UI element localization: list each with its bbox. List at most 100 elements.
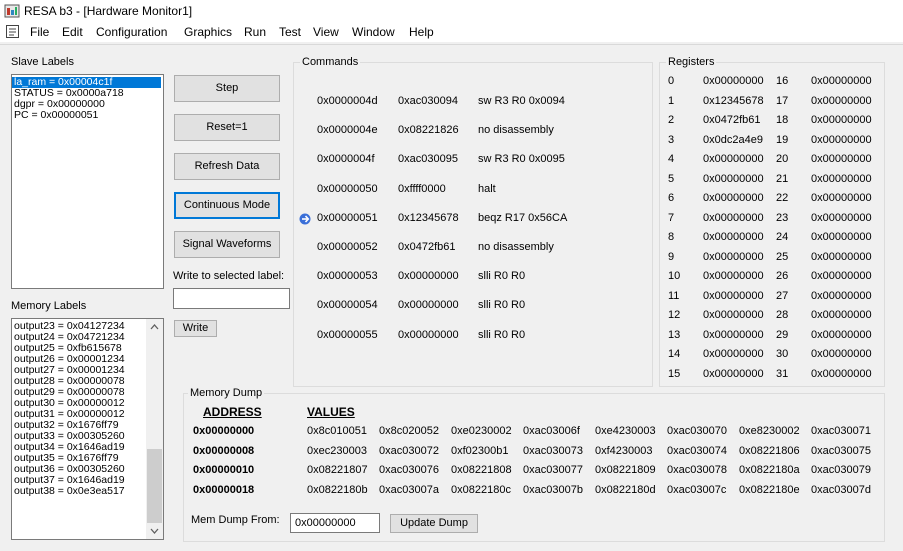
menu-window[interactable]: Window	[352, 25, 395, 39]
register-value: 0x00000000	[811, 309, 872, 321]
register-number: 3	[668, 133, 675, 146]
menu-view[interactable]: View	[313, 25, 339, 39]
command-row[interactable]: 0x00000052 0x0472fb61 no disassembly	[298, 233, 648, 262]
dump-value: 0xac030070	[667, 425, 727, 437]
register-value: 0x00000000	[811, 192, 872, 204]
memory-dump-row: 0x00000000 0x8c010051 0x8c020052 0xe0230…	[193, 422, 883, 442]
register-value: 0x00000000	[811, 289, 872, 302]
command-row[interactable]: 0x00000054 0x00000000 slli R0 R0	[298, 291, 648, 320]
register-value: 0x00000000	[811, 75, 872, 87]
register-value: 0x00000000	[811, 367, 872, 380]
memory-dump-row: 0x00000018 0x0822180b 0xac03007a 0x08221…	[193, 481, 883, 501]
app-icon	[4, 4, 20, 18]
register-row: 0 0x00000000 16 0x00000000	[664, 72, 882, 92]
update-dump-button[interactable]: Update Dump	[390, 514, 478, 533]
write-button[interactable]: Write	[174, 320, 217, 337]
register-row: 9 0x00000000 25 0x00000000	[664, 248, 882, 268]
command-row[interactable]: 0x0000004e 0x08221826 no disassembly	[298, 116, 648, 145]
register-value: 0x00000000	[703, 309, 764, 321]
register-row: 14 0x00000000 30 0x00000000	[664, 345, 882, 365]
reset-button[interactable]: Reset=1	[174, 114, 280, 141]
slave-label-item[interactable]: PC = 0x00000051	[12, 110, 163, 121]
dump-value: 0x08221806	[739, 444, 800, 457]
register-value: 0x00000000	[811, 172, 872, 185]
register-number: 4	[668, 153, 675, 165]
command-code: 0x0472fb61	[398, 240, 456, 253]
dump-address: 0x00000008	[193, 444, 255, 457]
memory-dump-row: 0x00000008 0xec230003 0xac030072 0xf0230…	[193, 442, 883, 462]
values-header: VALUES	[307, 405, 355, 419]
menu-test[interactable]: Test	[279, 25, 301, 39]
menu-help[interactable]: Help	[409, 25, 434, 39]
register-number: 9	[668, 250, 675, 263]
menu-graphics[interactable]: Graphics	[184, 25, 232, 39]
command-address: 0x0000004f	[317, 153, 375, 166]
register-number: 19	[776, 133, 789, 146]
register-value: 0x00000000	[703, 367, 764, 380]
register-row: 12 0x00000000 28 0x00000000	[664, 306, 882, 326]
register-value: 0x00000000	[811, 94, 872, 107]
menu-configuration[interactable]: Configuration	[96, 25, 167, 39]
memory-labels-list[interactable]: output23 = 0x04127234 output24 = 0x04721…	[11, 318, 164, 540]
register-number: 11	[668, 289, 680, 302]
dump-value: 0xf4230003	[595, 444, 653, 457]
register-value: 0x0dc2a4e9	[703, 133, 763, 146]
register-number: 29	[776, 328, 789, 341]
slave-labels-list[interactable]: la_ram = 0x00004c1f STATUS = 0x0000a718 …	[11, 74, 164, 289]
dump-value: 0x08221809	[595, 464, 656, 476]
memory-labels-title: Memory Labels	[11, 300, 87, 312]
dump-address: 0x00000018	[193, 483, 255, 496]
command-row[interactable]: 0x00000053 0x00000000 slli R0 R0	[298, 262, 648, 291]
memory-dump-row: 0x00000010 0x08221807 0xac030076 0x08221…	[193, 461, 883, 481]
register-row: 1 0x12345678 17 0x00000000	[664, 92, 882, 112]
memory-label-item[interactable]: output38 = 0x0e3ea517	[12, 486, 125, 497]
register-value: 0x00000000	[703, 289, 764, 302]
dump-value: 0xac030072	[379, 444, 439, 457]
register-value: 0x00000000	[703, 348, 764, 360]
command-row-current[interactable]: 0x00000051 0x12345678 beqz R17 0x56CA	[298, 204, 648, 233]
write-value-input[interactable]	[173, 288, 290, 309]
document-icon[interactable]	[5, 24, 20, 39]
continuous-mode-button[interactable]: Continuous Mode	[174, 192, 280, 219]
command-code: 0x12345678	[398, 211, 459, 224]
command-address: 0x0000004e	[317, 124, 378, 137]
command-code: 0xffff0000	[398, 182, 446, 195]
command-row[interactable]: 0x0000004f 0xac030095 sw R3 R0 0x0095	[298, 145, 648, 174]
menu-edit[interactable]: Edit	[62, 25, 83, 39]
register-number: 10	[668, 270, 681, 282]
dump-value: 0xe8230002	[739, 425, 800, 437]
refresh-data-button[interactable]: Refresh Data	[174, 153, 280, 180]
command-row[interactable]: 0x0000004d 0xac030094 sw R3 R0 0x0094	[298, 87, 648, 116]
register-value: 0x00000000	[703, 153, 764, 165]
registers-table: 0 0x00000000 16 0x00000000 1 0x12345678 17 0x0…	[664, 72, 882, 384]
command-row[interactable]: 0x00000055 0x00000000 slli R0 R0	[298, 321, 648, 350]
command-row[interactable]: 0x00000050 0xffff0000 halt	[298, 175, 648, 204]
dump-value: 0xac030076	[379, 464, 439, 476]
dump-value: 0xe4230003	[595, 425, 656, 437]
command-code: 0xac030094	[398, 95, 458, 107]
menu-file[interactable]: File	[30, 25, 49, 39]
current-instruction-arrow-icon	[299, 213, 311, 225]
command-disassembly: sw R3 R0 0x0095	[478, 153, 565, 166]
dump-value: 0x0822180b	[307, 483, 368, 496]
register-row: 3 0x0dc2a4e9 19 0x00000000	[664, 131, 882, 151]
command-code: 0xac030095	[398, 153, 458, 166]
register-number: 1	[668, 94, 675, 107]
scroll-down-icon[interactable]	[150, 528, 159, 534]
scrollbar-thumb[interactable]	[147, 449, 162, 523]
menu-run[interactable]: Run	[244, 25, 266, 39]
mem-dump-from-input[interactable]: 0x00000000	[290, 513, 380, 533]
signal-waveforms-button[interactable]: Signal Waveforms	[174, 231, 280, 258]
command-code: 0x00000000	[398, 270, 459, 283]
register-value: 0x00000000	[811, 270, 872, 282]
command-address: 0x0000004d	[317, 95, 378, 107]
scroll-up-icon[interactable]	[150, 324, 159, 330]
step-button[interactable]: Step	[174, 75, 280, 102]
command-disassembly: halt	[478, 182, 496, 195]
memory-labels-scrollbar[interactable]	[146, 319, 163, 539]
dump-address: 0x00000000	[193, 425, 255, 437]
memory-dump-table: 0x00000000 0x8c010051 0x8c020052 0xe0230…	[193, 422, 883, 500]
register-value: 0x00000000	[703, 270, 764, 282]
register-number: 7	[668, 211, 675, 224]
register-number: 18	[776, 114, 789, 126]
